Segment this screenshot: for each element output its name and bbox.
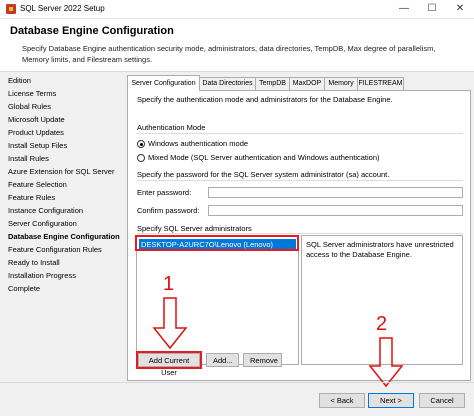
footer-divider <box>0 382 474 383</box>
sidebar-item-installation-progress[interactable]: Installation Progress <box>8 269 76 282</box>
sidebar-item-global-rules[interactable]: Global Rules <box>8 100 51 113</box>
tab-server-configuration[interactable]: Server Configuration <box>127 75 200 91</box>
tab-data-directories[interactable]: Data Directories <box>199 77 256 90</box>
sidebar-item-microsoft-update[interactable]: Microsoft Update <box>8 113 65 126</box>
enter-password-label: Enter password: <box>137 188 192 197</box>
authentication-mode-label: Authentication Mode <box>137 123 206 132</box>
annotation-number-1: 1 <box>163 273 175 295</box>
panel-intro-text: Specify the authentication mode and admi… <box>137 95 393 104</box>
maximize-icon[interactable]: ☐ <box>418 0 446 18</box>
sidebar-item-feature-rules[interactable]: Feature Rules <box>8 191 55 204</box>
down-arrow-icon <box>152 297 188 350</box>
page-title: Database Engine Configuration <box>10 25 174 37</box>
windows-auth-radio[interactable] <box>137 140 145 148</box>
sidebar-item-feature-selection[interactable]: Feature Selection <box>8 178 67 191</box>
annotation-number-2: 2 <box>376 313 388 335</box>
tab-memory[interactable]: Memory <box>324 77 358 90</box>
window-title: SQL Server 2022 Setup <box>20 4 105 13</box>
sidebar-item-complete[interactable]: Complete <box>8 282 40 295</box>
divider <box>137 133 463 134</box>
sidebar-item-server-configuration[interactable]: Server Configuration <box>8 217 77 230</box>
next-button[interactable]: Next > <box>368 393 414 408</box>
divider <box>137 233 463 234</box>
confirm-password-label: Confirm password: <box>137 206 200 215</box>
page-header: Database Engine Configuration Specify Da… <box>0 19 474 72</box>
sidebar-item-install-rules[interactable]: Install Rules <box>8 152 49 165</box>
mixed-mode-label[interactable]: Mixed Mode (SQL Server authentication an… <box>148 153 380 162</box>
cancel-button[interactable]: Cancel <box>419 393 465 408</box>
close-icon[interactable]: ✕ <box>446 0 474 18</box>
title-bar: SQL Server 2022 Setup — ☐ ✕ <box>0 0 474 19</box>
down-arrow-icon <box>368 337 404 388</box>
sidebar-item-instance-configuration[interactable]: Instance Configuration <box>8 204 83 217</box>
sidebar-item-license-terms[interactable]: License Terms <box>8 87 56 100</box>
sa-password-label: Specify the password for the SQL Server … <box>137 170 390 179</box>
highlight-box-admin <box>135 235 299 251</box>
highlight-box-add-current-user <box>136 351 202 369</box>
tab-tempdb[interactable]: TempDB <box>255 77 290 90</box>
page-description: Specify Database Engine authentication s… <box>22 44 436 64</box>
tab-maxdop[interactable]: MaxDOP <box>289 77 325 90</box>
sidebar-item-database-engine-configuration[interactable]: Database Engine Configuration <box>8 230 120 243</box>
divider <box>137 180 463 181</box>
remove-button[interactable]: Remove <box>243 353 282 367</box>
windows-auth-label[interactable]: Windows authentication mode <box>148 139 248 148</box>
sidebar-item-install-setup-files[interactable]: Install Setup Files <box>8 139 67 152</box>
sidebar-item-feature-configuration-rules[interactable]: Feature Configuration Rules <box>8 243 102 256</box>
add-button[interactable]: Add... <box>206 353 239 367</box>
sql-admins-label: Specify SQL Server administrators <box>137 224 252 233</box>
sidebar-item-product-updates[interactable]: Product Updates <box>8 126 64 139</box>
sidebar-item-edition[interactable]: Edition <box>8 74 31 87</box>
mixed-mode-radio[interactable] <box>137 154 145 162</box>
admins-info-text: SQL Server administrators have unrestric… <box>306 240 454 259</box>
tab-filestream[interactable]: FILESTREAM <box>357 77 404 90</box>
enter-password-field[interactable] <box>208 187 463 198</box>
confirm-password-field[interactable] <box>208 205 463 216</box>
back-button[interactable]: < Back <box>319 393 365 408</box>
sidebar-item-azure-extension[interactable]: Azure Extension for SQL Server <box>8 165 114 178</box>
sql-server-setup-icon <box>6 4 16 14</box>
sidebar-item-ready-to-install[interactable]: Ready to Install <box>8 256 60 269</box>
minimize-icon[interactable]: — <box>390 0 418 18</box>
